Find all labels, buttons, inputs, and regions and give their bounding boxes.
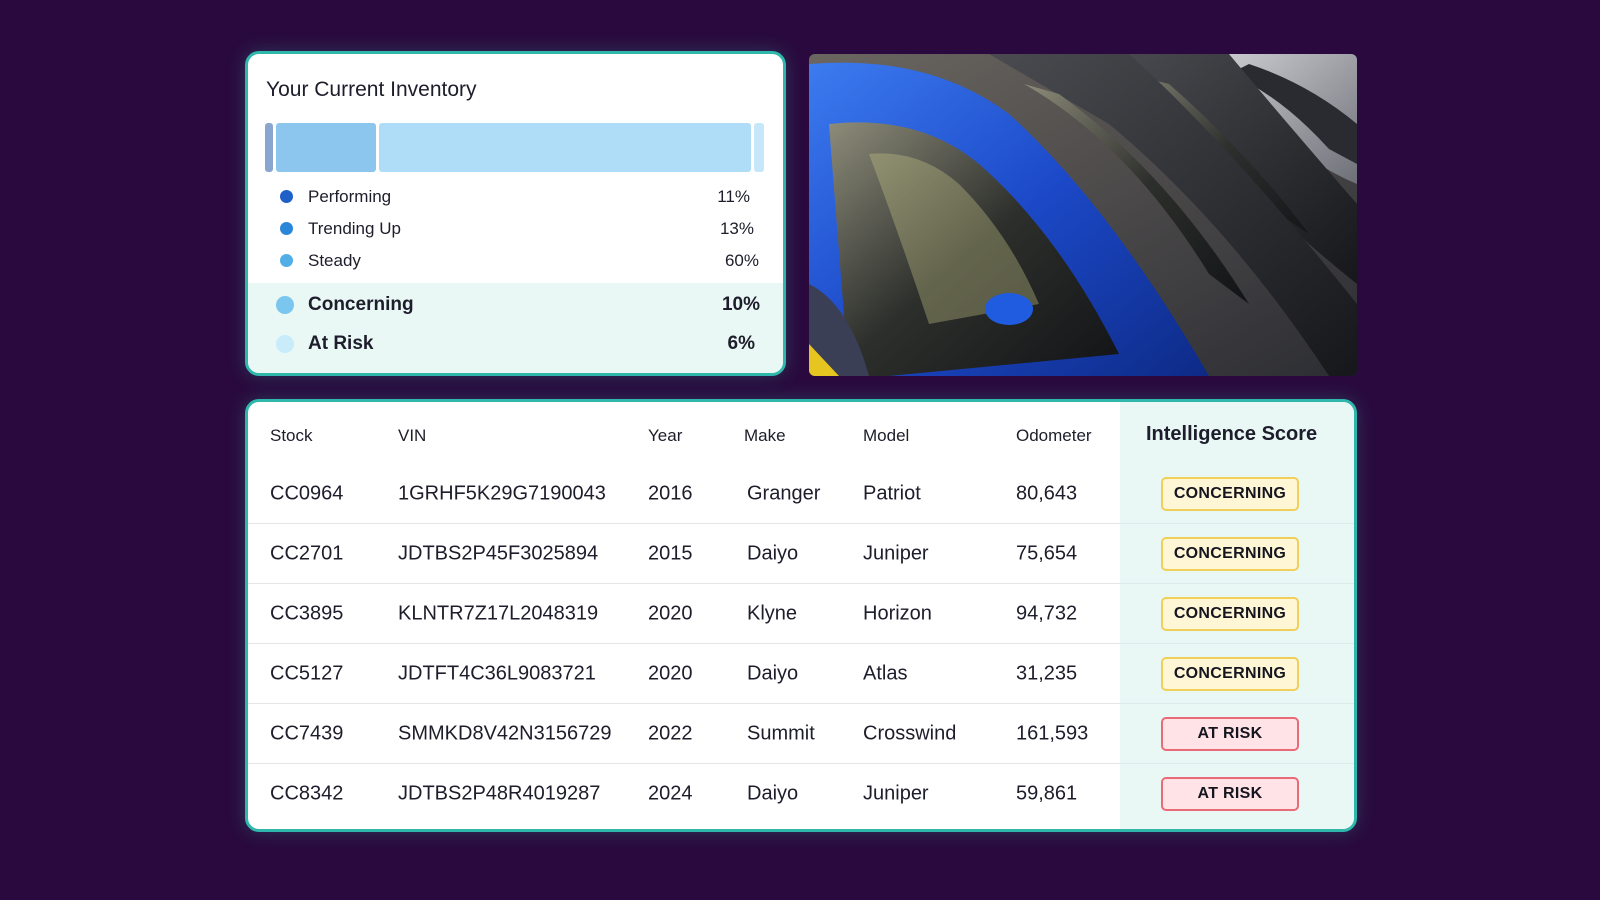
legend-label: At Risk [308, 333, 374, 354]
table-row[interactable]: CC0964 1GRHF5K29G7190043 2016 Granger Patrio… [248, 464, 1354, 524]
inventory-table: Stock VIN Year Make Model Odometer Intel… [245, 399, 1357, 832]
inventory-bar-segment-tail [754, 123, 764, 172]
cell-odometer: 75,654 [1016, 542, 1078, 565]
cell-year: 2020 [648, 602, 693, 625]
cell-stock: CC5127 [270, 662, 344, 685]
score-badge: AT RISK [1161, 717, 1299, 751]
score-badge: AT RISK [1161, 777, 1299, 811]
legend-label: Performing [308, 187, 392, 206]
score-badge: CONCERNING [1161, 477, 1299, 511]
cell-year: 2022 [648, 722, 693, 745]
car-lot-illustration [809, 54, 1357, 376]
legend-label: Concerning [308, 294, 414, 315]
cell-odometer: 59,861 [1016, 782, 1078, 805]
score-badge: CONCERNING [1161, 657, 1299, 691]
cell-vin: JDTBS2P45F3025894 [398, 542, 599, 565]
cell-vin: KLNTR7Z17L2048319 [398, 602, 599, 625]
inventory-bar [265, 123, 767, 172]
legend-pct: 6% [727, 333, 755, 354]
cell-vin: JDTBS2P48R4019287 [398, 782, 601, 805]
inventory-title: Your Current Inventory [266, 78, 477, 101]
table-row[interactable]: CC3895 KLNTR7Z17L2048319 2020 Klyne Horizon 9… [248, 584, 1354, 644]
table-row[interactable]: CC7439 SMMKD8V42N3156729 2022 Summit Crosswi… [248, 704, 1354, 764]
header-make: Make [744, 426, 786, 445]
legend-pct: 13% [719, 219, 754, 238]
inventory-bar-segment-steady [379, 123, 751, 172]
legend-item-concerning: Concerning 10% [248, 293, 783, 317]
score-badge: CONCERNING [1161, 537, 1299, 571]
cell-vin: 1GRHF5K29G7190043 [398, 482, 606, 505]
header-year: Year [648, 426, 683, 445]
cell-stock: CC2701 [270, 542, 344, 565]
cell-odometer: 161,593 [1016, 722, 1089, 745]
table-row[interactable]: CC5127 JDTFT4C36L9083721 2020 Daiyo Atlas 31,… [248, 644, 1354, 704]
cell-make: Summit [747, 722, 815, 745]
header-stock: Stock [270, 426, 313, 445]
header-model: Model [863, 426, 910, 445]
legend-pct: 11% [717, 187, 750, 206]
cell-odometer: 31,235 [1016, 662, 1078, 685]
table-row[interactable]: CC2701 JDTBS2P45F3025894 2015 Daiyo Juniper 7… [248, 524, 1354, 584]
cell-model: Juniper [863, 542, 929, 565]
cell-model: Atlas [863, 662, 908, 685]
legend-dot [280, 190, 293, 203]
cell-odometer: 94,732 [1016, 602, 1078, 625]
cell-make: Daiyo [747, 782, 799, 805]
cell-year: 2020 [648, 662, 693, 685]
cell-make: Granger [747, 482, 821, 505]
cell-make: Daiyo [747, 542, 799, 565]
cell-year: 2016 [648, 482, 693, 505]
inventory-card: Your Current Inventory Performing 11% Tr… [245, 51, 786, 376]
inventory-bar-segment-performing [265, 123, 273, 172]
inventory-bar-segment-trending-up [276, 123, 376, 172]
legend-dot [276, 296, 294, 314]
cell-stock: CC7439 [270, 722, 344, 745]
legend-pct: 60% [724, 251, 759, 270]
cell-odometer: 80,643 [1016, 482, 1078, 505]
score-badge: CONCERNING [1161, 597, 1299, 631]
cell-stock: CC0964 [270, 482, 344, 505]
cell-vin: JDTFT4C36L9083721 [398, 662, 596, 685]
cell-model: Patriot [863, 482, 921, 505]
header-vin: VIN [398, 426, 427, 445]
legend-item-steady: Steady 60% [248, 250, 783, 272]
legend-label: Trending Up [308, 219, 401, 238]
legend-pct: 10% [721, 294, 760, 315]
cell-year: 2024 [648, 782, 693, 805]
cell-year: 2015 [648, 542, 693, 565]
legend-item-at-risk: At Risk 6% [248, 332, 783, 356]
cell-model: Juniper [863, 782, 929, 805]
legend-dot [280, 222, 293, 235]
legend-dot [276, 335, 294, 353]
legend-dot [280, 254, 293, 267]
cell-stock: CC8342 [270, 782, 344, 805]
cell-model: Horizon [863, 602, 932, 625]
header-intelligence-score: Intelligence Score [1146, 423, 1318, 445]
cell-make: Klyne [747, 602, 798, 625]
cell-vin: SMMKD8V42N3156729 [398, 722, 612, 745]
legend-label: Steady [308, 251, 361, 270]
legend-item-trending-up: Trending Up 13% [248, 218, 783, 240]
table-row[interactable]: CC8342 JDTBS2P48R4019287 2024 Daiyo Juniper 5… [248, 764, 1354, 824]
legend-item-performing: Performing 11% [248, 186, 783, 208]
cell-make: Daiyo [747, 662, 799, 685]
header-odometer: Odometer [1016, 426, 1092, 445]
cell-stock: CC3895 [270, 602, 344, 625]
cell-model: Crosswind [863, 722, 957, 745]
car-lot-photo [809, 54, 1357, 376]
